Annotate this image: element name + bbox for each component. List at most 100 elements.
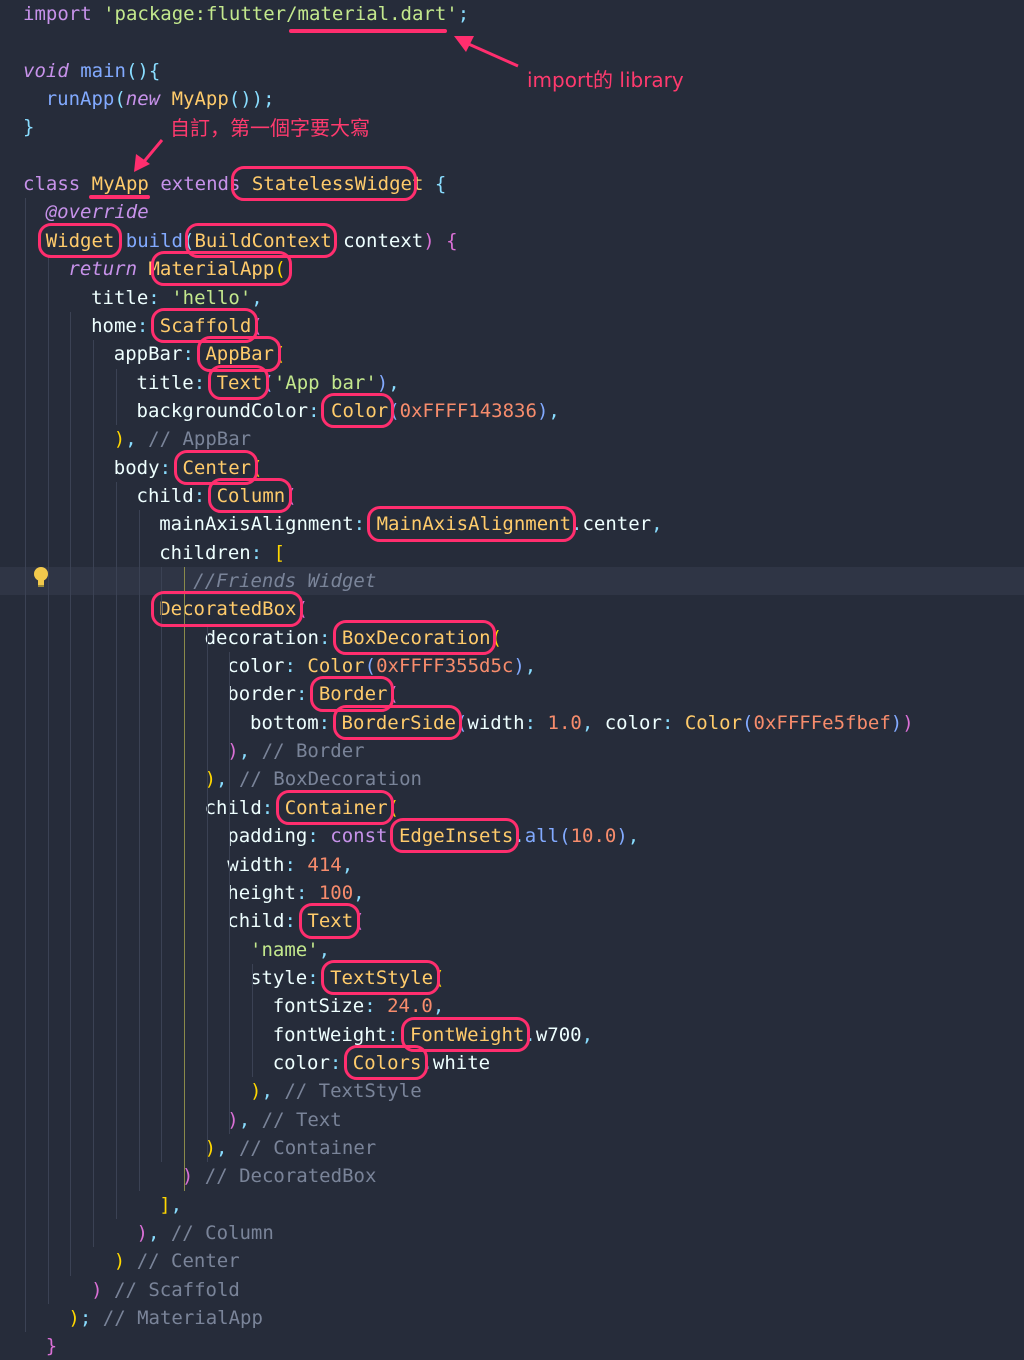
code-token: {: [446, 229, 458, 252]
code-token: width: [227, 853, 285, 876]
code-token: ,: [216, 1137, 228, 1159]
code-line[interactable]: child: Container(: [205, 794, 400, 822]
code-token: extends: [160, 173, 241, 196]
class-name-annotation: 自訂，第一個字要大寫: [170, 116, 370, 140]
code-line[interactable]: title: Text('App bar'),: [137, 369, 400, 397]
code-token: 'name': [250, 938, 319, 961]
code-line[interactable]: mainAxisAlignment: MainAxisAlignment.cen…: [159, 510, 662, 538]
code-line[interactable]: ); // MaterialApp: [68, 1304, 263, 1332]
code-token: new: [125, 88, 161, 111]
code-token: width: [467, 711, 525, 734]
code-token: ,: [261, 1080, 273, 1103]
code-token: (: [262, 371, 274, 394]
code-token: // DecoratedBox: [204, 1165, 377, 1188]
code-token: ): [113, 1250, 126, 1273]
code-line[interactable]: fontWeight: FontWeight.w700,: [273, 1021, 593, 1049]
code-line[interactable]: ) // DecoratedBox: [182, 1162, 377, 1190]
code-token: mainAxisAlignment: [159, 513, 354, 536]
code-line[interactable]: void main(){: [23, 57, 160, 85]
code-token: (: [433, 966, 445, 989]
code-line[interactable]: child: Text(: [227, 907, 364, 935]
code-line[interactable]: color: Colors.white: [273, 1049, 490, 1077]
code-token: {: [434, 173, 447, 196]
indent-guide: [161, 567, 163, 1163]
code-line[interactable]: home: Scaffold(: [91, 312, 263, 340]
code-line[interactable]: ) // Scaffold: [91, 1276, 240, 1304]
code-line[interactable]: Widget build(BuildContext context) {: [46, 227, 458, 255]
code-line[interactable]: class MyApp extends StatelessWidget {: [23, 170, 446, 198]
code-token: title: [136, 371, 194, 394]
code-line[interactable]: 'name',: [250, 936, 330, 964]
code-token: all: [524, 825, 560, 848]
code-token: // Center: [136, 1250, 240, 1273]
code-line[interactable]: }: [23, 113, 34, 141]
code-token: (: [388, 399, 400, 422]
code-token: ,: [627, 825, 640, 848]
code-line[interactable]: return MaterialApp(: [68, 255, 285, 283]
code-line[interactable]: fontSize: 24.0,: [273, 992, 445, 1020]
code-token: [: [273, 541, 286, 564]
code-line[interactable]: }: [46, 1332, 57, 1360]
code-line[interactable]: ), // AppBar: [114, 425, 251, 453]
code-line[interactable]: title: 'hello',: [91, 284, 263, 312]
code-token: fontSize: [272, 995, 365, 1018]
code-line[interactable]: import 'package:flutter/material.dart';: [23, 0, 469, 28]
code-line[interactable]: style: TextStyle(: [250, 964, 445, 992]
code-line[interactable]: ), // TextStyle: [250, 1077, 422, 1105]
code-token: ): [91, 1278, 103, 1301]
code-token: ): [890, 711, 903, 734]
code-line[interactable]: @override: [46, 198, 149, 226]
code-line[interactable]: color: Color(0xFFFF355d5c),: [227, 652, 536, 680]
code-token: :: [284, 853, 296, 876]
code-line[interactable]: decoration: BoxDecoration(: [205, 624, 502, 652]
code-token: title: [91, 286, 149, 309]
code-line[interactable]: ), // BoxDecoration: [205, 765, 422, 793]
lightbulb-icon[interactable]: [32, 566, 50, 588]
code-token: (: [274, 258, 286, 281]
code-line[interactable]: DecoratedBox(: [159, 595, 308, 623]
code-line[interactable]: ), // Container: [205, 1134, 377, 1162]
code-line[interactable]: bottom: BorderSide(width: 1.0, color: Co…: [250, 709, 914, 737]
code-token: 'hello': [171, 286, 252, 309]
code-line[interactable]: ), // Column: [137, 1219, 274, 1247]
code-line[interactable]: border: Border(: [227, 680, 399, 708]
code-line[interactable]: //Friends Widget: [0, 567, 1024, 595]
code-token: :: [159, 456, 172, 479]
code-editor[interactable]: import 'package:flutter/material.dart'; v…: [0, 0, 1024, 1357]
code-line[interactable]: ), // Border: [227, 737, 364, 765]
code-line[interactable]: padding: const EdgeInsets.all(10.0),: [227, 822, 639, 850]
code-line[interactable]: body: Center(: [114, 454, 263, 482]
indent-guide: [138, 510, 140, 1191]
code-line[interactable]: ) // Center: [114, 1247, 240, 1275]
code-line[interactable]: ],: [159, 1191, 182, 1219]
code-token: //Friends Widget: [193, 570, 377, 592]
code-line[interactable]: child: Column(: [137, 482, 297, 510]
code-line[interactable]: runApp(new MyApp());: [46, 85, 275, 113]
code-token: w700: [535, 1023, 582, 1046]
code-line[interactable]: width: 414,: [227, 851, 353, 879]
code-token: // Column: [170, 1222, 274, 1245]
code-line[interactable]: children: [: [159, 539, 285, 567]
code-line[interactable]: ), // Text: [227, 1106, 341, 1134]
code-token: Color: [331, 399, 389, 422]
code-token: home: [91, 314, 137, 337]
code-token: DecoratedBox: [159, 598, 297, 621]
code-line[interactable]: appBar: AppBar(: [114, 340, 286, 368]
code-token: (: [387, 683, 399, 706]
code-line[interactable]: height: 100,: [227, 879, 364, 907]
code-token: 'App bar': [273, 371, 377, 394]
code-line[interactable]: backgroundColor: Color(0xFFFF143836),: [137, 397, 560, 425]
